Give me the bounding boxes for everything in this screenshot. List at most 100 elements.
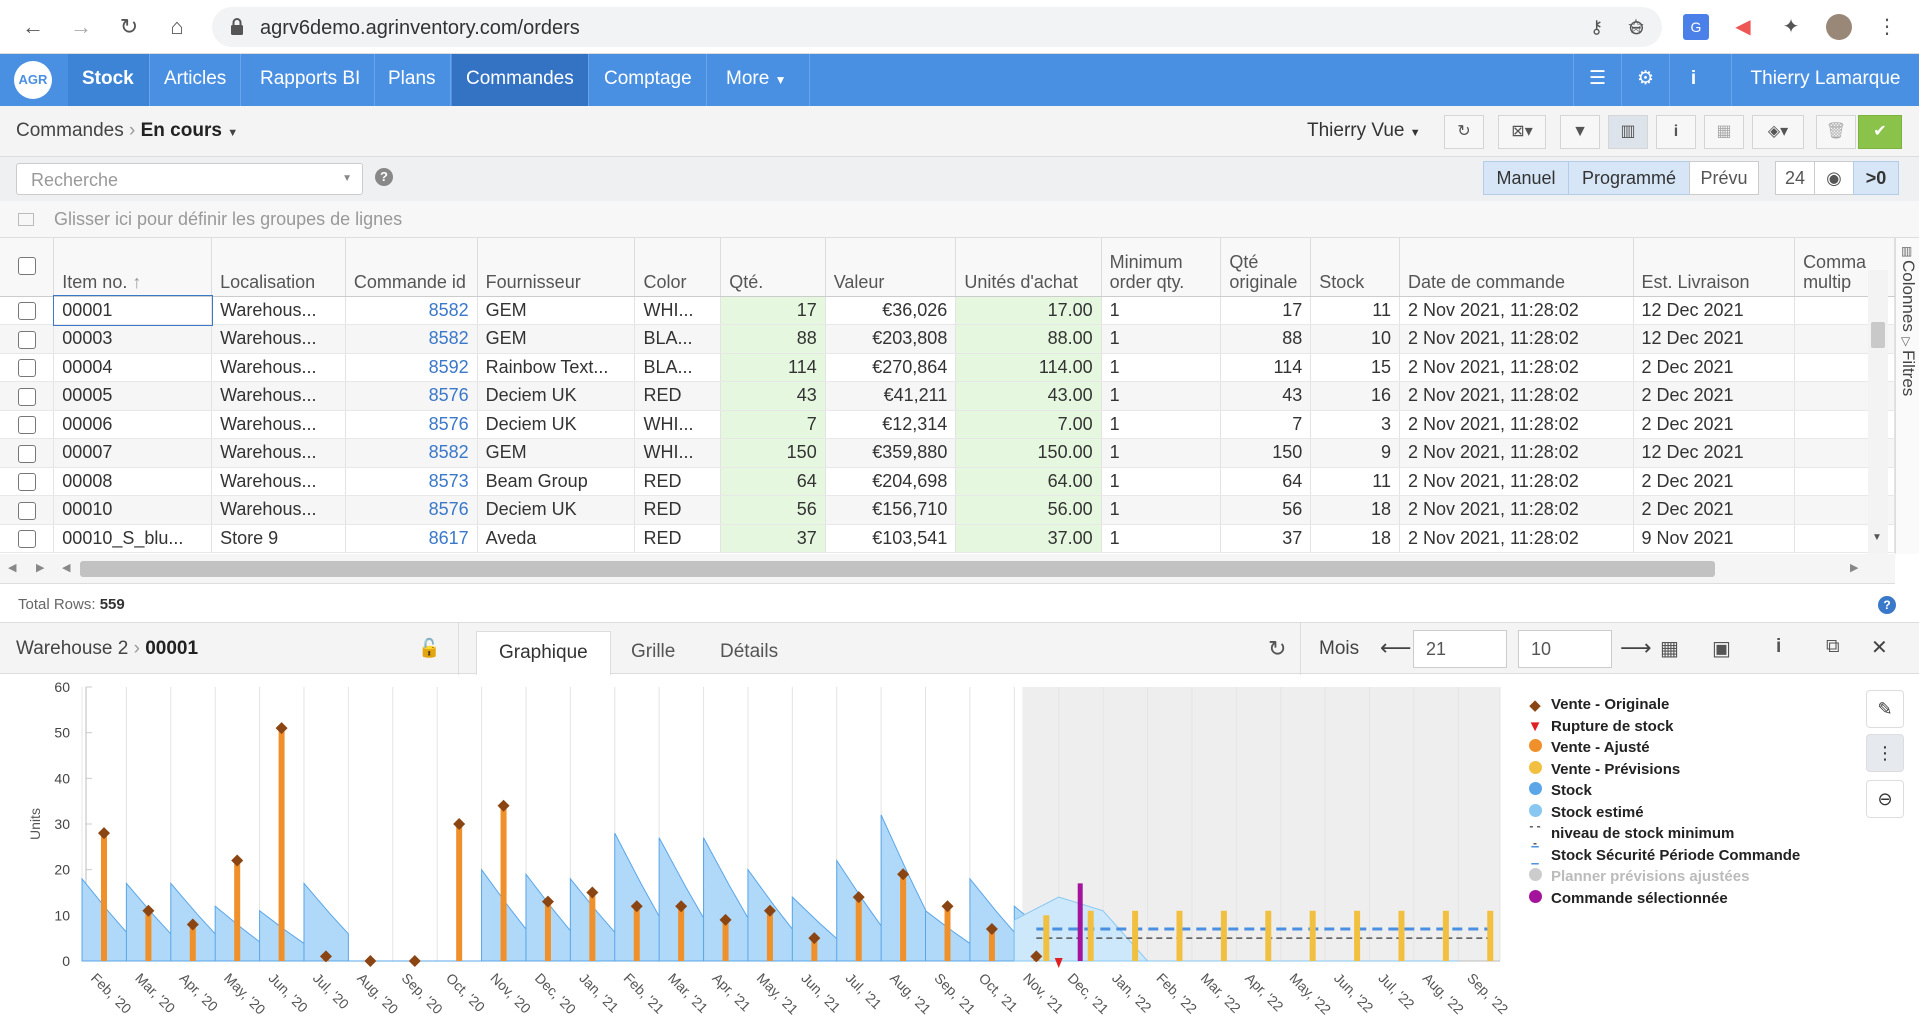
chart-icon[interactable]: ▥ xyxy=(1608,115,1648,149)
gear-icon[interactable]: ⚙ xyxy=(1621,54,1669,106)
row-checkbox[interactable] xyxy=(0,438,55,468)
cell-commande-id[interactable]: 8582 xyxy=(345,438,478,468)
col-qte-originale[interactable]: Qté originale xyxy=(1220,238,1312,297)
mode-manuel[interactable]: Manuel xyxy=(1483,161,1569,195)
legend-item[interactable]: Stock xyxy=(1527,780,1800,802)
filter-icon[interactable]: ▼ xyxy=(1560,115,1600,149)
nav-commandes[interactable]: Commandes xyxy=(452,54,589,106)
col-est-livraison[interactable]: Est. Livraison xyxy=(1633,238,1796,297)
col-fournisseur[interactable]: Fournisseur xyxy=(477,238,636,297)
menu-kebab-icon[interactable]: ⋮ xyxy=(1874,14,1900,40)
mode-programme[interactable]: Programmé xyxy=(1568,161,1690,195)
tab-filtres[interactable]: Filtres xyxy=(1898,350,1918,396)
help-icon[interactable]: ? xyxy=(375,168,393,186)
confirm-check-icon[interactable]: ✔ xyxy=(1858,115,1902,149)
table-row[interactable]: 00005 Warehous... 8576 Deciem UK RED 43 €41,21… xyxy=(0,381,1895,411)
caret-down-icon[interactable]: ▼ xyxy=(227,127,238,139)
tab-details[interactable]: Détails xyxy=(698,631,800,675)
col-date-commande[interactable]: Date de commande xyxy=(1399,238,1634,297)
row-group-drop-zone[interactable]: Glisser ici pour définir les groupes de … xyxy=(0,201,1919,238)
forward-icon[interactable]: → xyxy=(66,12,96,42)
table-row[interactable]: 00004 Warehous... 8592 Rainbow Text... BLA..… xyxy=(0,353,1895,382)
arrow-right-icon[interactable]: ⟶ xyxy=(1620,635,1652,661)
refresh-icon[interactable]: ↻ xyxy=(1268,636,1286,662)
horizontal-scrollbar[interactable]: ◀ ▶ ◀ ▶ xyxy=(0,554,1895,584)
row-checkbox[interactable] xyxy=(0,296,55,325)
caret-down-icon[interactable]: ▼ xyxy=(342,173,352,184)
nav-articles[interactable]: Articles xyxy=(150,54,242,106)
address-bar[interactable]: agrv6demo.agrinventory.com/orders ⚷ ⊖ xyxy=(212,7,1662,47)
legend-item[interactable]: Planner prévisions ajustées xyxy=(1527,866,1800,888)
trash-icon[interactable]: 🗑 xyxy=(1816,115,1856,149)
row-checkbox[interactable] xyxy=(0,524,55,553)
reload-icon[interactable]: ↻ xyxy=(114,12,144,42)
search-input[interactable]: Recherche ▼ xyxy=(16,163,363,195)
home-icon[interactable]: ⌂ xyxy=(162,12,192,42)
star-icon[interactable]: ☆ xyxy=(1623,14,1649,40)
arrow-left-icon[interactable]: ⟵ xyxy=(1380,635,1412,661)
row-checkbox[interactable] xyxy=(0,495,55,525)
view-selector[interactable]: Thierry Vue ▼ xyxy=(1307,120,1421,142)
table-row[interactable]: 00007 Warehous... 8582 GEM WHI... 150 €359,880… xyxy=(0,438,1895,468)
row-checkbox[interactable] xyxy=(0,410,55,439)
cell-commande-id[interactable]: 8576 xyxy=(345,495,478,525)
vertical-scroll-thumb[interactable] xyxy=(1871,322,1885,348)
minus-circle-icon[interactable]: ⊖ xyxy=(1866,780,1904,818)
vertical-scrollbar[interactable]: ▼ xyxy=(1868,270,1888,554)
table-row[interactable]: 00003 Warehous... 8582 GEM BLA... 88 €203,808 8… xyxy=(0,324,1895,354)
detail-location[interactable]: Warehouse 2 xyxy=(16,638,128,659)
agr-logo[interactable]: AGR xyxy=(14,61,52,99)
legend-item[interactable]: Stock estimé xyxy=(1527,802,1800,824)
count-gt0[interactable]: >0 xyxy=(1853,161,1899,195)
legend-item[interactable]: - - - niveau de stock minimum xyxy=(1527,819,1800,850)
cell-commande-id[interactable]: 8573 xyxy=(345,467,478,496)
extensions-icon[interactable]: ✦ xyxy=(1778,14,1804,40)
calculator-icon[interactable]: ▦ xyxy=(1660,636,1679,661)
scroll-left-icon[interactable]: ◀ xyxy=(62,561,70,574)
row-checkbox[interactable] xyxy=(0,324,55,354)
table-row[interactable]: 00010_S_blu... Store 9 8617 Aveda RED 37 €103,… xyxy=(0,524,1895,553)
scroll-right-icon[interactable]: ▶ xyxy=(1850,561,1858,574)
refresh-icon[interactable]: ↻ xyxy=(1444,115,1484,149)
user-menu[interactable]: Thierry Lamarque xyxy=(1731,54,1919,106)
table-row[interactable]: 00008 Warehous... 8573 Beam Group RED 64 €204,… xyxy=(0,467,1895,496)
more-options-icon[interactable]: ⋮ xyxy=(1866,734,1904,772)
scroll-down-icon[interactable]: ▼ xyxy=(1872,532,1882,543)
table-row[interactable]: 00010 Warehous... 8576 Deciem UK RED 56 €156,7… xyxy=(0,495,1895,525)
tab-grille[interactable]: Grille xyxy=(609,631,697,675)
legend-item[interactable]: Vente - Prévisions xyxy=(1527,759,1800,781)
close-icon[interactable]: ✕ xyxy=(1871,635,1888,660)
cell-commande-id[interactable]: 8576 xyxy=(345,381,478,411)
export-excel-icon[interactable]: ⊠▾ xyxy=(1498,115,1546,149)
table-row[interactable]: 00001 Warehous... 8582 GEM WHI... 17 €36,026 17… xyxy=(0,295,1895,326)
scroll-right-icon[interactable]: ▶ xyxy=(36,561,44,574)
person-icon[interactable]: ◉ xyxy=(1814,161,1854,195)
col-valeur[interactable]: Valeur xyxy=(825,238,957,297)
count-24[interactable]: 24 xyxy=(1775,161,1815,195)
mode-prevu[interactable]: Prévu xyxy=(1689,161,1759,195)
cell-commande-id[interactable]: 8576 xyxy=(345,410,478,439)
period-from-input[interactable]: 21 xyxy=(1413,630,1507,668)
col-color[interactable]: Color xyxy=(634,238,722,297)
nav-more[interactable]: More ▼ xyxy=(712,54,810,106)
info-icon[interactable]: i xyxy=(1656,115,1696,149)
translate-icon[interactable]: G xyxy=(1683,14,1709,40)
period-to-input[interactable]: 10 xyxy=(1518,630,1612,668)
row-checkbox[interactable] xyxy=(0,381,55,411)
back-icon[interactable]: ← xyxy=(18,12,48,42)
col-item-no[interactable]: Item no. ↑ xyxy=(53,238,213,297)
key-icon[interactable]: ⚷ xyxy=(1590,17,1603,38)
popout-icon[interactable]: ⧉ xyxy=(1826,636,1840,658)
nav-comptage[interactable]: Comptage xyxy=(590,54,707,106)
cell-commande-id[interactable]: 8592 xyxy=(345,353,478,382)
cell-commande-id[interactable]: 8617 xyxy=(345,524,478,553)
row-checkbox[interactable] xyxy=(0,467,55,496)
tab-colonnes[interactable]: Colonnes xyxy=(1898,260,1918,332)
col-min-order-qty[interactable]: Minimum order qty. xyxy=(1101,238,1222,297)
col-localisation[interactable]: Localisation xyxy=(211,238,346,297)
col-commande-id[interactable]: Commande id xyxy=(345,238,478,297)
breadcrumb-current[interactable]: En cours xyxy=(141,120,222,141)
nav-plans[interactable]: Plans xyxy=(374,54,451,106)
legend-item[interactable]: Vente - Ajusté xyxy=(1527,737,1800,759)
nav-rapports-bi[interactable]: Rapports BI xyxy=(246,54,376,106)
